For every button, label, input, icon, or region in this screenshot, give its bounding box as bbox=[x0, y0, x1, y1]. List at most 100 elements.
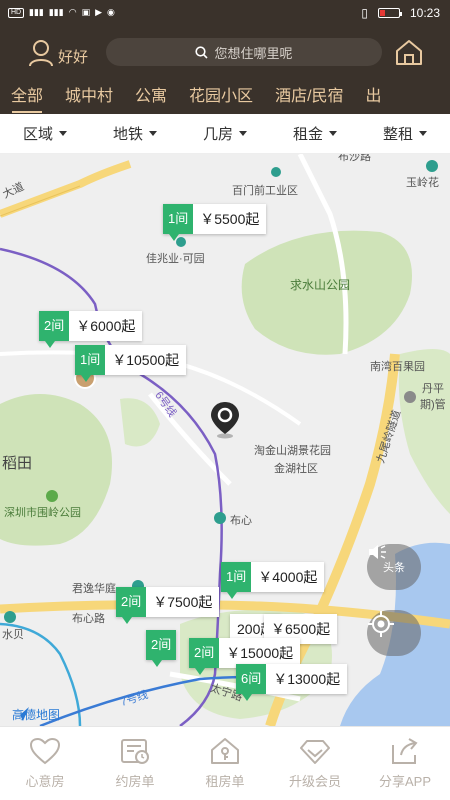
battery-icon bbox=[377, 8, 402, 18]
filter-rent-label: 租金 bbox=[292, 126, 323, 143]
bottom-nav: 心意房 约房单 租房单 升级会员 分享APP bbox=[0, 726, 450, 800]
tab-more[interactable]: 出 bbox=[355, 82, 393, 114]
locate-me-button[interactable] bbox=[367, 610, 421, 656]
listing-pin[interactable]: 1间 ￥10500起 bbox=[75, 345, 187, 382]
listing-pin[interactable]: 2间 bbox=[146, 630, 177, 667]
pin-rooms: 2间 bbox=[39, 311, 70, 341]
crosshair-icon bbox=[368, 611, 394, 637]
calendar-clock-icon bbox=[121, 739, 149, 764]
map-label: 求水山公园 bbox=[290, 278, 351, 292]
news-button[interactable]: 头条 bbox=[367, 544, 421, 590]
pin-price: ￥5500起 bbox=[200, 211, 260, 227]
map-label: 期)管 bbox=[420, 399, 446, 411]
user-name: 好好 bbox=[58, 49, 89, 66]
filter-metro[interactable]: 地铁 bbox=[90, 114, 180, 153]
map-label: 佳兆业·可园 bbox=[146, 253, 205, 265]
nav-rental-orders-label: 租房单 bbox=[205, 774, 245, 789]
listing-pin[interactable]: 2间 ￥6000起 bbox=[39, 311, 143, 348]
share-icon bbox=[392, 738, 418, 764]
status-time: 10:23 bbox=[409, 6, 440, 20]
user-profile[interactable]: 好好 bbox=[28, 38, 88, 67]
nav-favorites[interactable]: 心意房 bbox=[0, 727, 90, 800]
chevron-down-icon bbox=[149, 131, 157, 136]
app-notification-icon: ▣ bbox=[81, 7, 91, 17]
app-notification-icon-2: ▶ bbox=[95, 7, 103, 17]
status-icons-right: ▯ 10:23 bbox=[361, 6, 440, 20]
pin-price: ￥7500起 bbox=[153, 594, 213, 610]
pin-price: ￥4000起 bbox=[258, 569, 318, 585]
listing-pin[interactable]: 2间 ￥7500起 bbox=[116, 587, 220, 624]
filter-bar: 区域 地铁 几房 租金 整租 bbox=[0, 114, 450, 154]
status-icons-left: HD ▮▮▮ ▮▮▮ ◠ ▣ ▶ ◉ bbox=[8, 7, 115, 18]
hd-icon: HD bbox=[8, 7, 24, 18]
pin-rooms: 2间 bbox=[146, 630, 177, 660]
map-label: 金湖社区 bbox=[274, 463, 318, 475]
pin-rooms: 1间 bbox=[221, 562, 252, 592]
filter-whole-rent-label: 整租 bbox=[382, 126, 413, 143]
chevron-down-icon bbox=[419, 131, 427, 136]
nav-viewing-orders-label: 约房单 bbox=[115, 774, 155, 789]
search-icon bbox=[195, 45, 209, 59]
home-icon bbox=[396, 40, 422, 65]
listing-pin[interactable]: 6间 ￥13000起 bbox=[236, 664, 348, 701]
map-label: 君逸华庭 bbox=[72, 583, 116, 595]
filter-metro-label: 地铁 bbox=[112, 126, 143, 143]
map-label: 布心 bbox=[230, 515, 252, 527]
tab-all[interactable]: 全部 bbox=[0, 82, 54, 114]
amap-logo: 高德地图 bbox=[12, 706, 60, 723]
map-label: 百门前工业区 bbox=[232, 185, 298, 197]
nav-upgrade-member[interactable]: 升级会员 bbox=[270, 727, 360, 800]
category-tabs: 全部 城中村 公寓 花园小区 酒店/民宿 出 bbox=[0, 82, 450, 114]
filter-rent[interactable]: 租金 bbox=[270, 114, 360, 153]
signal-icon-2: ▮▮▮ bbox=[48, 7, 64, 17]
map-label: 淘金山湖景花园 bbox=[254, 445, 331, 457]
pin-rooms: 2间 bbox=[116, 587, 147, 617]
map-label: 水贝 bbox=[2, 629, 24, 641]
speaker-icon bbox=[369, 545, 386, 559]
chevron-down-icon bbox=[239, 131, 247, 136]
app-notification-icon-3: ◉ bbox=[107, 7, 115, 17]
tab-urban-village[interactable]: 城中村 bbox=[54, 82, 124, 114]
filter-rooms-label: 几房 bbox=[202, 126, 233, 143]
listing-pin[interactable]: 1间 ￥5500起 bbox=[163, 204, 267, 241]
pin-price: ￥6000起 bbox=[76, 318, 136, 334]
map-label: 布沙路 bbox=[338, 154, 371, 163]
map-label: 丹平 bbox=[422, 383, 444, 395]
map-label: 南湾百果园 bbox=[370, 361, 425, 373]
signal-icon: ▮▮▮ bbox=[29, 7, 44, 17]
tab-hotel-homestay[interactable]: 酒店/民宿 bbox=[264, 82, 354, 114]
pin-rooms: 1间 bbox=[75, 345, 106, 375]
map-label: 深圳市围岭公园 bbox=[4, 507, 81, 519]
pin-price: ￥10500起 bbox=[112, 352, 180, 368]
diamond-icon bbox=[300, 740, 330, 764]
status-bar: HD ▮▮▮ ▮▮▮ ◠ ▣ ▶ ◉ ▯ 10:23 bbox=[0, 0, 450, 28]
map-label: 布心路 bbox=[72, 613, 105, 625]
pin-rooms: 2间 bbox=[189, 638, 220, 668]
tab-garden-community[interactable]: 花园小区 bbox=[178, 82, 264, 114]
home-button[interactable] bbox=[394, 38, 424, 71]
search-input[interactable]: 您想住哪里呢 bbox=[106, 38, 382, 66]
wifi-icon: ◠ bbox=[68, 7, 77, 17]
tab-apartment[interactable]: 公寓 bbox=[124, 82, 178, 114]
nav-rental-orders[interactable]: 租房单 bbox=[180, 727, 270, 800]
nav-favorites-label: 心意房 bbox=[25, 774, 65, 789]
chevron-down-icon bbox=[329, 131, 337, 136]
chevron-down-icon bbox=[59, 131, 67, 136]
amap-logo-icon bbox=[13, 707, 29, 721]
vibrate-icon: ▯ bbox=[361, 6, 368, 20]
pin-rooms: 1间 bbox=[163, 204, 194, 234]
listing-pin[interactable]: 1间 ￥4000起 bbox=[221, 562, 325, 599]
map-view[interactable]: 布沙路 百门前工业区 玉岭花 佳兆业·可园 求水山公园 南湾百果园 丹平 期)管… bbox=[0, 154, 450, 726]
nav-viewing-orders[interactable]: 约房单 bbox=[90, 727, 180, 800]
house-key-icon bbox=[211, 738, 239, 764]
filter-whole-rent[interactable]: 整租 bbox=[360, 114, 450, 153]
news-label: 头条 bbox=[383, 562, 405, 574]
pin-rooms: 6间 bbox=[236, 664, 267, 694]
nav-share-app[interactable]: 分享APP bbox=[360, 727, 450, 800]
filter-area[interactable]: 区域 bbox=[0, 114, 90, 153]
user-icon bbox=[29, 39, 53, 66]
filter-rooms[interactable]: 几房 bbox=[180, 114, 270, 153]
map-label: 玉岭花 bbox=[406, 177, 439, 189]
location-marker-icon bbox=[211, 402, 239, 439]
filter-area-label: 区域 bbox=[22, 126, 53, 143]
